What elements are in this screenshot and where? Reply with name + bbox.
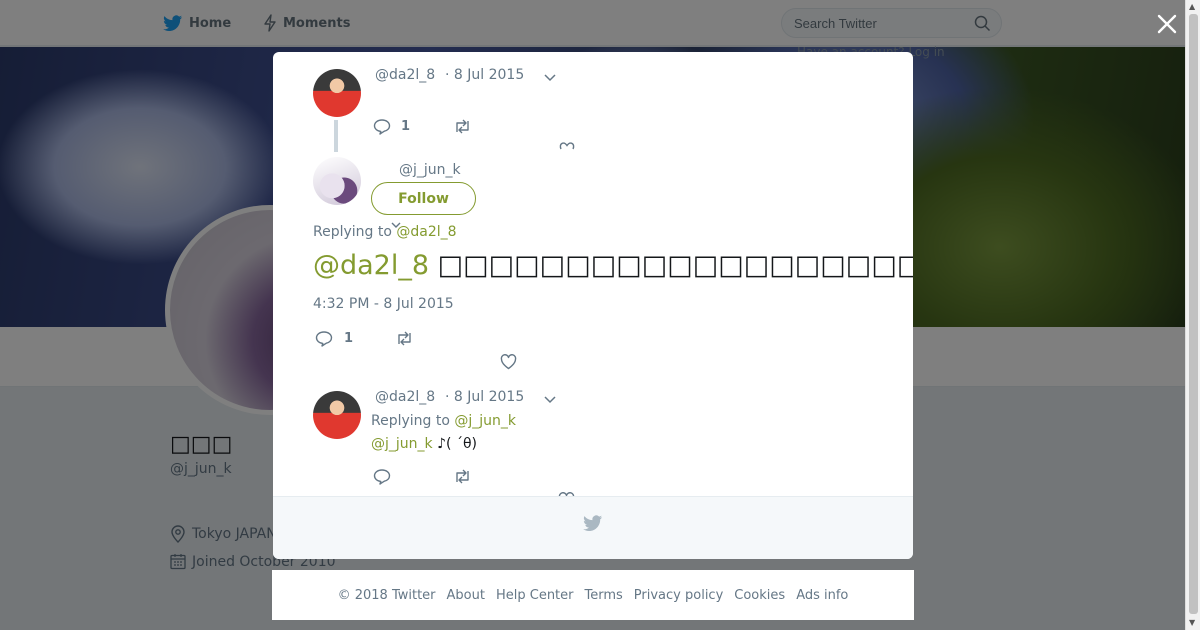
retweet-icon <box>456 469 469 484</box>
reply-button[interactable]: 1 <box>315 330 353 347</box>
reply-icon <box>373 469 391 485</box>
page-scrollbar[interactable]: ▲ ▼ <box>1185 0 1200 630</box>
replying-to-label: Replying to <box>313 224 392 240</box>
chevron-down-icon[interactable] <box>543 70 557 84</box>
avatar[interactable] <box>313 391 361 439</box>
footer-link-terms[interactable]: Terms <box>585 588 623 603</box>
heart-icon <box>559 142 575 150</box>
reply-icon <box>315 331 333 347</box>
replying-to-link[interactable]: @da2l_8 <box>396 224 456 240</box>
thread-line <box>334 120 338 152</box>
chevron-down-icon[interactable] <box>543 392 557 406</box>
retweet-icon <box>456 119 469 134</box>
retweet-button[interactable] <box>453 118 472 135</box>
footer-link-ads-info[interactable]: Ads info <box>796 588 848 603</box>
avatar[interactable] <box>313 157 361 205</box>
tweet-body: □□□□□□□□□□□□□□□□□□□□□□♪ <box>437 250 913 281</box>
page-footer: © 2018 Twitter About Help Center Terms P… <box>272 570 914 620</box>
close-icon[interactable] <box>1155 12 1179 36</box>
tweet1-date[interactable]: · 8 Jul 2015 <box>445 67 524 83</box>
reply-count: 1 <box>401 119 411 134</box>
replying-to-label: Replying to <box>371 413 450 429</box>
replying-to-link[interactable]: @j_jun_k <box>454 413 516 429</box>
main-tweet-replying-to: Replying to @da2l_8 <box>313 224 457 240</box>
like-button[interactable] <box>500 354 517 370</box>
tweet-modal: @da2l_8 · 8 Jul 2015 1 @j_jun_k Follow R… <box>273 52 913 559</box>
follow-button[interactable]: Follow <box>371 182 476 215</box>
reply-button[interactable] <box>373 468 391 485</box>
reply-count: 1 <box>344 331 354 346</box>
avatar[interactable] <box>313 69 361 117</box>
tweet3-replying-to: Replying to @j_jun_k <box>371 413 516 429</box>
footer-link-help-center[interactable]: Help Center <box>496 588 574 603</box>
heart-icon <box>500 354 517 370</box>
main-tweet-text: @da2l_8 □□□□□□□□□□□□□□□□□□□□□□♪ <box>313 250 913 281</box>
reply-icon <box>373 119 391 135</box>
footer-copyright: © 2018 Twitter <box>337 587 436 603</box>
retweet-icon <box>398 331 411 346</box>
tweet1-handle[interactable]: @da2l_8 <box>375 67 435 83</box>
tweet3-handle[interactable]: @da2l_8 <box>375 389 435 405</box>
tweet3-text: @j_jun_k ♪( ´θ) <box>371 436 477 452</box>
twitter-bird-icon <box>583 515 603 531</box>
mention-link[interactable]: @j_jun_k <box>371 436 433 452</box>
scroll-down-arrow[interactable]: ▼ <box>1189 618 1195 627</box>
like-button[interactable] <box>559 140 575 150</box>
modal-footer <box>273 496 913 559</box>
scroll-thumb[interactable] <box>1189 14 1198 614</box>
tweet3-date[interactable]: · 8 Jul 2015 <box>445 389 524 405</box>
scroll-up-arrow[interactable]: ▲ <box>1189 2 1195 11</box>
retweet-button[interactable] <box>453 468 472 485</box>
main-tweet-handle[interactable]: @j_jun_k <box>399 162 461 178</box>
main-tweet-timestamp[interactable]: 4:32 PM - 8 Jul 2015 <box>313 296 454 312</box>
footer-link-cookies[interactable]: Cookies <box>734 588 785 603</box>
mention-link[interactable]: @da2l_8 <box>313 250 429 281</box>
footer-link-privacy[interactable]: Privacy policy <box>634 588 723 603</box>
retweet-button[interactable] <box>395 330 414 347</box>
reply-button[interactable]: 1 <box>373 118 410 135</box>
footer-link-about[interactable]: About <box>447 588 485 603</box>
tweet-body: ♪( ´θ) <box>437 436 477 452</box>
